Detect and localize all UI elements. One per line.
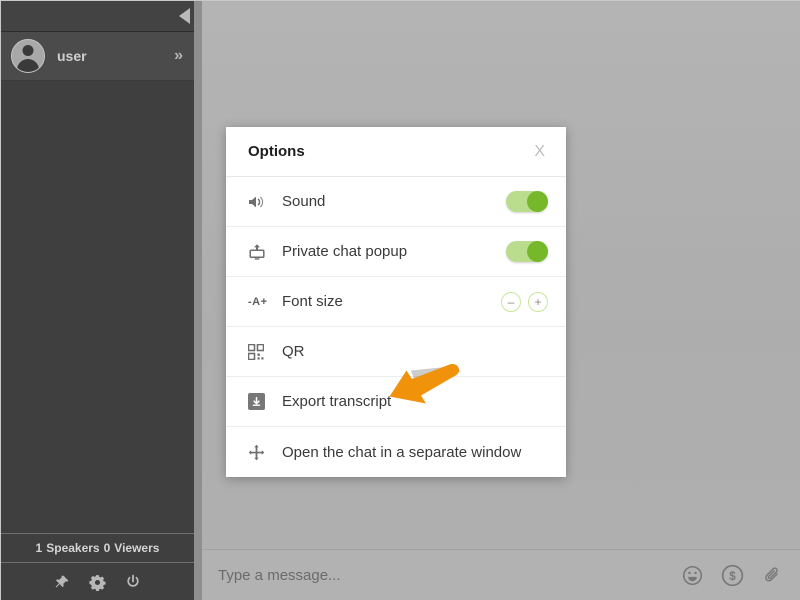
font-size-decrease-button[interactable]: – — [501, 292, 521, 312]
close-icon[interactable]: X — [531, 143, 548, 161]
option-label-sound: Sound — [282, 193, 506, 210]
viewers-label: Viewers — [114, 541, 159, 555]
speaker-icon — [248, 194, 274, 210]
paperclip-icon[interactable] — [762, 565, 783, 586]
viewers-count: 0 — [104, 541, 111, 555]
sidebar-toolbar — [1, 563, 194, 600]
qr-code-icon — [248, 344, 274, 360]
speakers-count: 1 — [36, 541, 43, 555]
option-label-export-transcript: Export transcript — [282, 393, 548, 410]
option-row-font-size[interactable]: -A+ Font size – + — [226, 277, 566, 327]
dollar-circle-icon[interactable]: $ — [721, 564, 744, 587]
move-arrows-icon — [248, 444, 274, 461]
option-row-private-chat-popup[interactable]: Private chat popup — [226, 227, 566, 277]
sidebar: user » 1 Speakers 0 Viewers — [1, 1, 194, 600]
sidebar-scrollbar[interactable] — [194, 1, 202, 600]
option-row-sound[interactable]: Sound — [226, 177, 566, 227]
sidebar-user-row[interactable]: user » — [1, 32, 194, 81]
option-label-open-separate-window: Open the chat in a separate window — [282, 444, 548, 461]
option-row-qr[interactable]: QR — [226, 327, 566, 377]
option-control-font-size: – + — [501, 292, 548, 312]
sidebar-status-bar: 1 Speakers 0 Viewers — [1, 533, 194, 563]
message-composer: $ — [202, 549, 800, 600]
message-input[interactable] — [218, 567, 682, 584]
person-avatar-icon — [11, 39, 45, 73]
pin-icon[interactable] — [54, 574, 70, 590]
svg-text:$: $ — [729, 571, 736, 583]
private-chat-popup-toggle[interactable] — [506, 241, 548, 262]
dialog-title: Options — [248, 143, 531, 160]
share-screen-icon — [248, 243, 274, 261]
sound-toggle[interactable] — [506, 191, 548, 212]
chevron-double-right-icon[interactable]: » — [174, 47, 182, 65]
sidebar-header — [1, 1, 194, 32]
option-control-sound — [506, 191, 548, 212]
sidebar-user-list — [1, 81, 194, 533]
font-size-increase-button[interactable]: + — [528, 292, 548, 312]
option-row-export-transcript[interactable]: Export transcript — [226, 377, 566, 427]
option-row-open-separate-window[interactable]: Open the chat in a separate window — [226, 427, 566, 477]
option-label-font-size: Font size — [282, 293, 501, 310]
power-icon[interactable] — [125, 574, 141, 590]
smiley-icon[interactable] — [682, 565, 703, 586]
dialog-header: Options X — [226, 127, 566, 177]
composer-icon-group: $ — [682, 564, 783, 587]
gear-icon[interactable] — [89, 574, 106, 591]
option-label-qr: QR — [282, 343, 548, 360]
option-control-private-chat-popup — [506, 241, 548, 262]
sidebar-user-name: user — [57, 48, 174, 64]
option-label-private-chat-popup: Private chat popup — [282, 243, 506, 260]
speakers-label: Speakers — [46, 541, 99, 555]
options-dialog: Options X Sound Private chat popup — [226, 127, 566, 477]
export-download-icon — [248, 393, 274, 410]
triangle-left-icon[interactable] — [179, 8, 190, 24]
